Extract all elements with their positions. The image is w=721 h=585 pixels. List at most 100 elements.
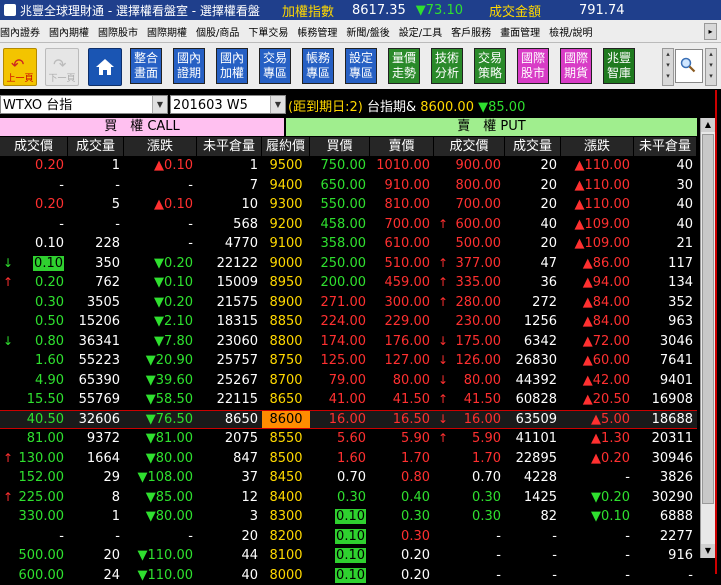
table-row[interactable]: 4.90 65390 ▼39.60 25267 8700 79.00 80.00 ↓ 80.00…: [0, 371, 697, 390]
toolbar-button[interactable]: 國際 股市: [517, 48, 549, 84]
put-open-interest: 40: [676, 216, 693, 232]
put-volume: 36: [540, 275, 557, 290]
put-volume: 20: [540, 177, 557, 193]
table-row[interactable]: 0.50 15206 ▼2.10 18315 8850 224.00 229.00 230.0…: [0, 312, 697, 331]
table-row[interactable]: 152.00 29 ▼108.00 37 8450 0.70 0.80 0.70 4228 - 38…: [0, 468, 697, 487]
table-row[interactable]: ↓ 0.80 36341 ▼7.80 23060 8800 174.00 176.00 ↓ 175…: [0, 332, 697, 351]
table-row[interactable]: - - - 7 9400 650.00 910.00 800.00 20 ▲110.00 30: [0, 176, 697, 195]
chevron-down-icon[interactable]: ▼: [152, 96, 167, 113]
put-tick-arrow-icon: ↓: [438, 333, 449, 348]
table-row[interactable]: ↑ 0.20 762 ▼0.10 15009 8950 200.00 459.00 ↑ 335.0…: [0, 273, 697, 292]
call-last-price-value: -: [59, 216, 64, 232]
contract-select[interactable]: 201603 W5 ▼: [170, 95, 286, 114]
toolbar-scroll-button[interactable]: ▴ ▾ ▾: [662, 48, 674, 86]
put-bid: 0.10: [310, 527, 370, 546]
column-header[interactable]: 成交價: [0, 137, 68, 156]
table-row[interactable]: 330.00 1 ▼80.00 3 8300 0.10 0.30 0.30 82 ▼0.10 688…: [0, 507, 697, 526]
column-header[interactable]: 成交量: [505, 137, 561, 156]
home-button[interactable]: [88, 48, 122, 86]
toolbar-button[interactable]: 國內 加權: [216, 48, 248, 84]
table-row[interactable]: ↑ 130.00 1664 ▼80.00 847 8500 1.60 1.70 1.70 2289…: [0, 449, 697, 468]
menu-item[interactable]: 國內期權: [49, 24, 89, 39]
menu-item[interactable]: 個股/商品: [196, 24, 239, 39]
column-header[interactable]: 買價: [310, 137, 370, 156]
call-last-price: 1.60: [0, 351, 68, 370]
put-bid: 458.00: [320, 216, 367, 232]
column-header[interactable]: 未平倉量: [634, 137, 697, 156]
menu-item[interactable]: 國內證券: [0, 24, 40, 39]
call-volume: 65390: [78, 372, 120, 388]
toolbar-button[interactable]: 交易 策略: [474, 48, 506, 84]
menu-item[interactable]: 客戶服務: [451, 24, 491, 39]
menu-item[interactable]: 檢視/說明: [549, 24, 592, 39]
column-header[interactable]: 漲跌: [561, 137, 634, 156]
toolbar-button[interactable]: 帳務 專區: [302, 48, 334, 84]
call-volume: 9372: [86, 431, 120, 446]
toolbar-button[interactable]: 國際 期貨: [560, 48, 592, 84]
table-row[interactable]: - - - 568 9200 458.00 700.00 ↑ 600.00 40 ▲109.00 40: [0, 215, 697, 234]
table-row[interactable]: 1.60 55223 ▼20.90 25757 8750 125.00 127.00 ↓ 126…: [0, 351, 697, 370]
put-last-price-value: 0.30: [472, 509, 501, 524]
column-header[interactable]: 成交價: [434, 137, 505, 156]
menu-item[interactable]: 新聞/盤後: [346, 24, 389, 39]
put-last-price-value: 900.00: [455, 158, 502, 173]
search-button[interactable]: [675, 49, 703, 83]
product-select[interactable]: WTXO 台指 ▼: [0, 95, 168, 114]
next-page-button[interactable]: ↷ 下一頁: [45, 48, 79, 86]
column-header[interactable]: 履約價: [262, 137, 310, 156]
menu-item[interactable]: 帳務管理: [297, 24, 337, 39]
menu-scroll-button[interactable]: ▸: [704, 23, 717, 40]
toolbar-button[interactable]: 國內 證期: [173, 48, 205, 84]
put-change: -: [625, 470, 630, 485]
table-row[interactable]: 0.20 5 ▲0.10 10 9300 550.00 810.00 700.00 20 ▲110…: [0, 195, 697, 214]
column-header[interactable]: 成交量: [68, 137, 124, 156]
toolbar-button[interactable]: 量價 走勢: [388, 48, 420, 84]
toolbar-side-scroll[interactable]: ▴ ▾ ▾: [705, 48, 717, 86]
strike-price: 8950: [269, 275, 303, 290]
table-row[interactable]: ↓ 0.10 350 ▼0.20 22122 9000 250.00 510.00 ↑ 377.0…: [0, 254, 697, 273]
put-bid: 0.30: [337, 489, 366, 505]
column-header[interactable]: 漲跌: [124, 137, 197, 156]
table-row[interactable]: ↑ 225.00 8 ▼85.00 12 8400 0.30 0.40 0.30 1425 ▼0.2…: [0, 488, 697, 507]
table-row[interactable]: 600.00 24 ▼110.00 40 8000 0.10 0.20 - - - -: [0, 566, 697, 585]
toolbar-button[interactable]: 整合 畫面: [130, 48, 162, 84]
chevron-down-icon[interactable]: ▼: [270, 96, 285, 113]
scroll-down-icon[interactable]: ▼: [701, 544, 715, 558]
table-row[interactable]: 0.30 3505 ▼0.20 21575 8900 271.00 300.00 ↑ 280.0…: [0, 293, 697, 312]
strike-price: 9500: [269, 158, 303, 173]
menu-item[interactable]: 設定/工具: [399, 24, 442, 39]
scroll-up-icon[interactable]: ▲: [701, 118, 715, 132]
toolbar-button[interactable]: 設定 專區: [345, 48, 377, 84]
vertical-scrollbar[interactable]: ▲ ▼: [700, 118, 715, 558]
table-row[interactable]: - - - 20 8200 0.10 0.30 - - - 2277: [0, 527, 697, 546]
column-header[interactable]: 賣價: [370, 137, 434, 156]
put-open-interest: 40: [676, 158, 693, 173]
toolbar-button[interactable]: 技術 分析: [431, 48, 463, 84]
menu-item[interactable]: 畫面管理: [500, 24, 540, 39]
contract-select-value: 201603 W5: [173, 98, 248, 113]
menu-item[interactable]: 下單交易: [248, 24, 288, 39]
toolbar-button[interactable]: 兆豐 智庫: [603, 48, 635, 84]
put-volume: 20: [540, 236, 557, 251]
put-last-price-value: 1.70: [472, 450, 501, 466]
table-row[interactable]: 15.50 55769 ▼58.50 22115 8650 41.00 41.50 ↑ 41.5…: [0, 390, 697, 409]
menu-item[interactable]: 國際股市: [98, 24, 138, 39]
put-last-price: ↓ 16.00: [434, 409, 505, 429]
table-row[interactable]: 0.20 1 ▲0.10 1 9500 750.00 1010.00 900.00 20 ▲110…: [0, 156, 697, 175]
table-row[interactable]: 0.10 228 - 4770 9100 358.00 610.00 500.00 20 ▲109…: [0, 234, 697, 253]
toolbar-button[interactable]: 交易 專區: [259, 48, 291, 84]
atm-row[interactable]: 40.50 32606 ▼76.50 8650 8600 16.00 16.50 ↓ 16.00…: [0, 409, 697, 429]
put-ask: 0.20: [401, 567, 430, 583]
menu-item[interactable]: 國際期權: [147, 24, 187, 39]
call-change: -: [188, 236, 193, 251]
table-row[interactable]: 500.00 20 ▼110.00 44 8100 0.10 0.20 - - - 916: [0, 546, 697, 565]
prev-page-button[interactable]: ↶ 上一頁: [3, 48, 37, 86]
call-open-interest: 7: [249, 177, 258, 193]
call-last-price: 0.20: [0, 195, 68, 214]
call-open-interest: 25757: [216, 353, 258, 368]
column-header[interactable]: 未平倉量: [197, 137, 262, 156]
scroll-thumb[interactable]: [702, 134, 714, 504]
toolbar-button-line1: 交易: [477, 51, 502, 65]
table-row[interactable]: 81.00 9372 ▼81.00 2075 8550 5.60 5.90 ↑ 5.90 4110…: [0, 429, 697, 448]
strike-price: 8400: [269, 489, 303, 505]
